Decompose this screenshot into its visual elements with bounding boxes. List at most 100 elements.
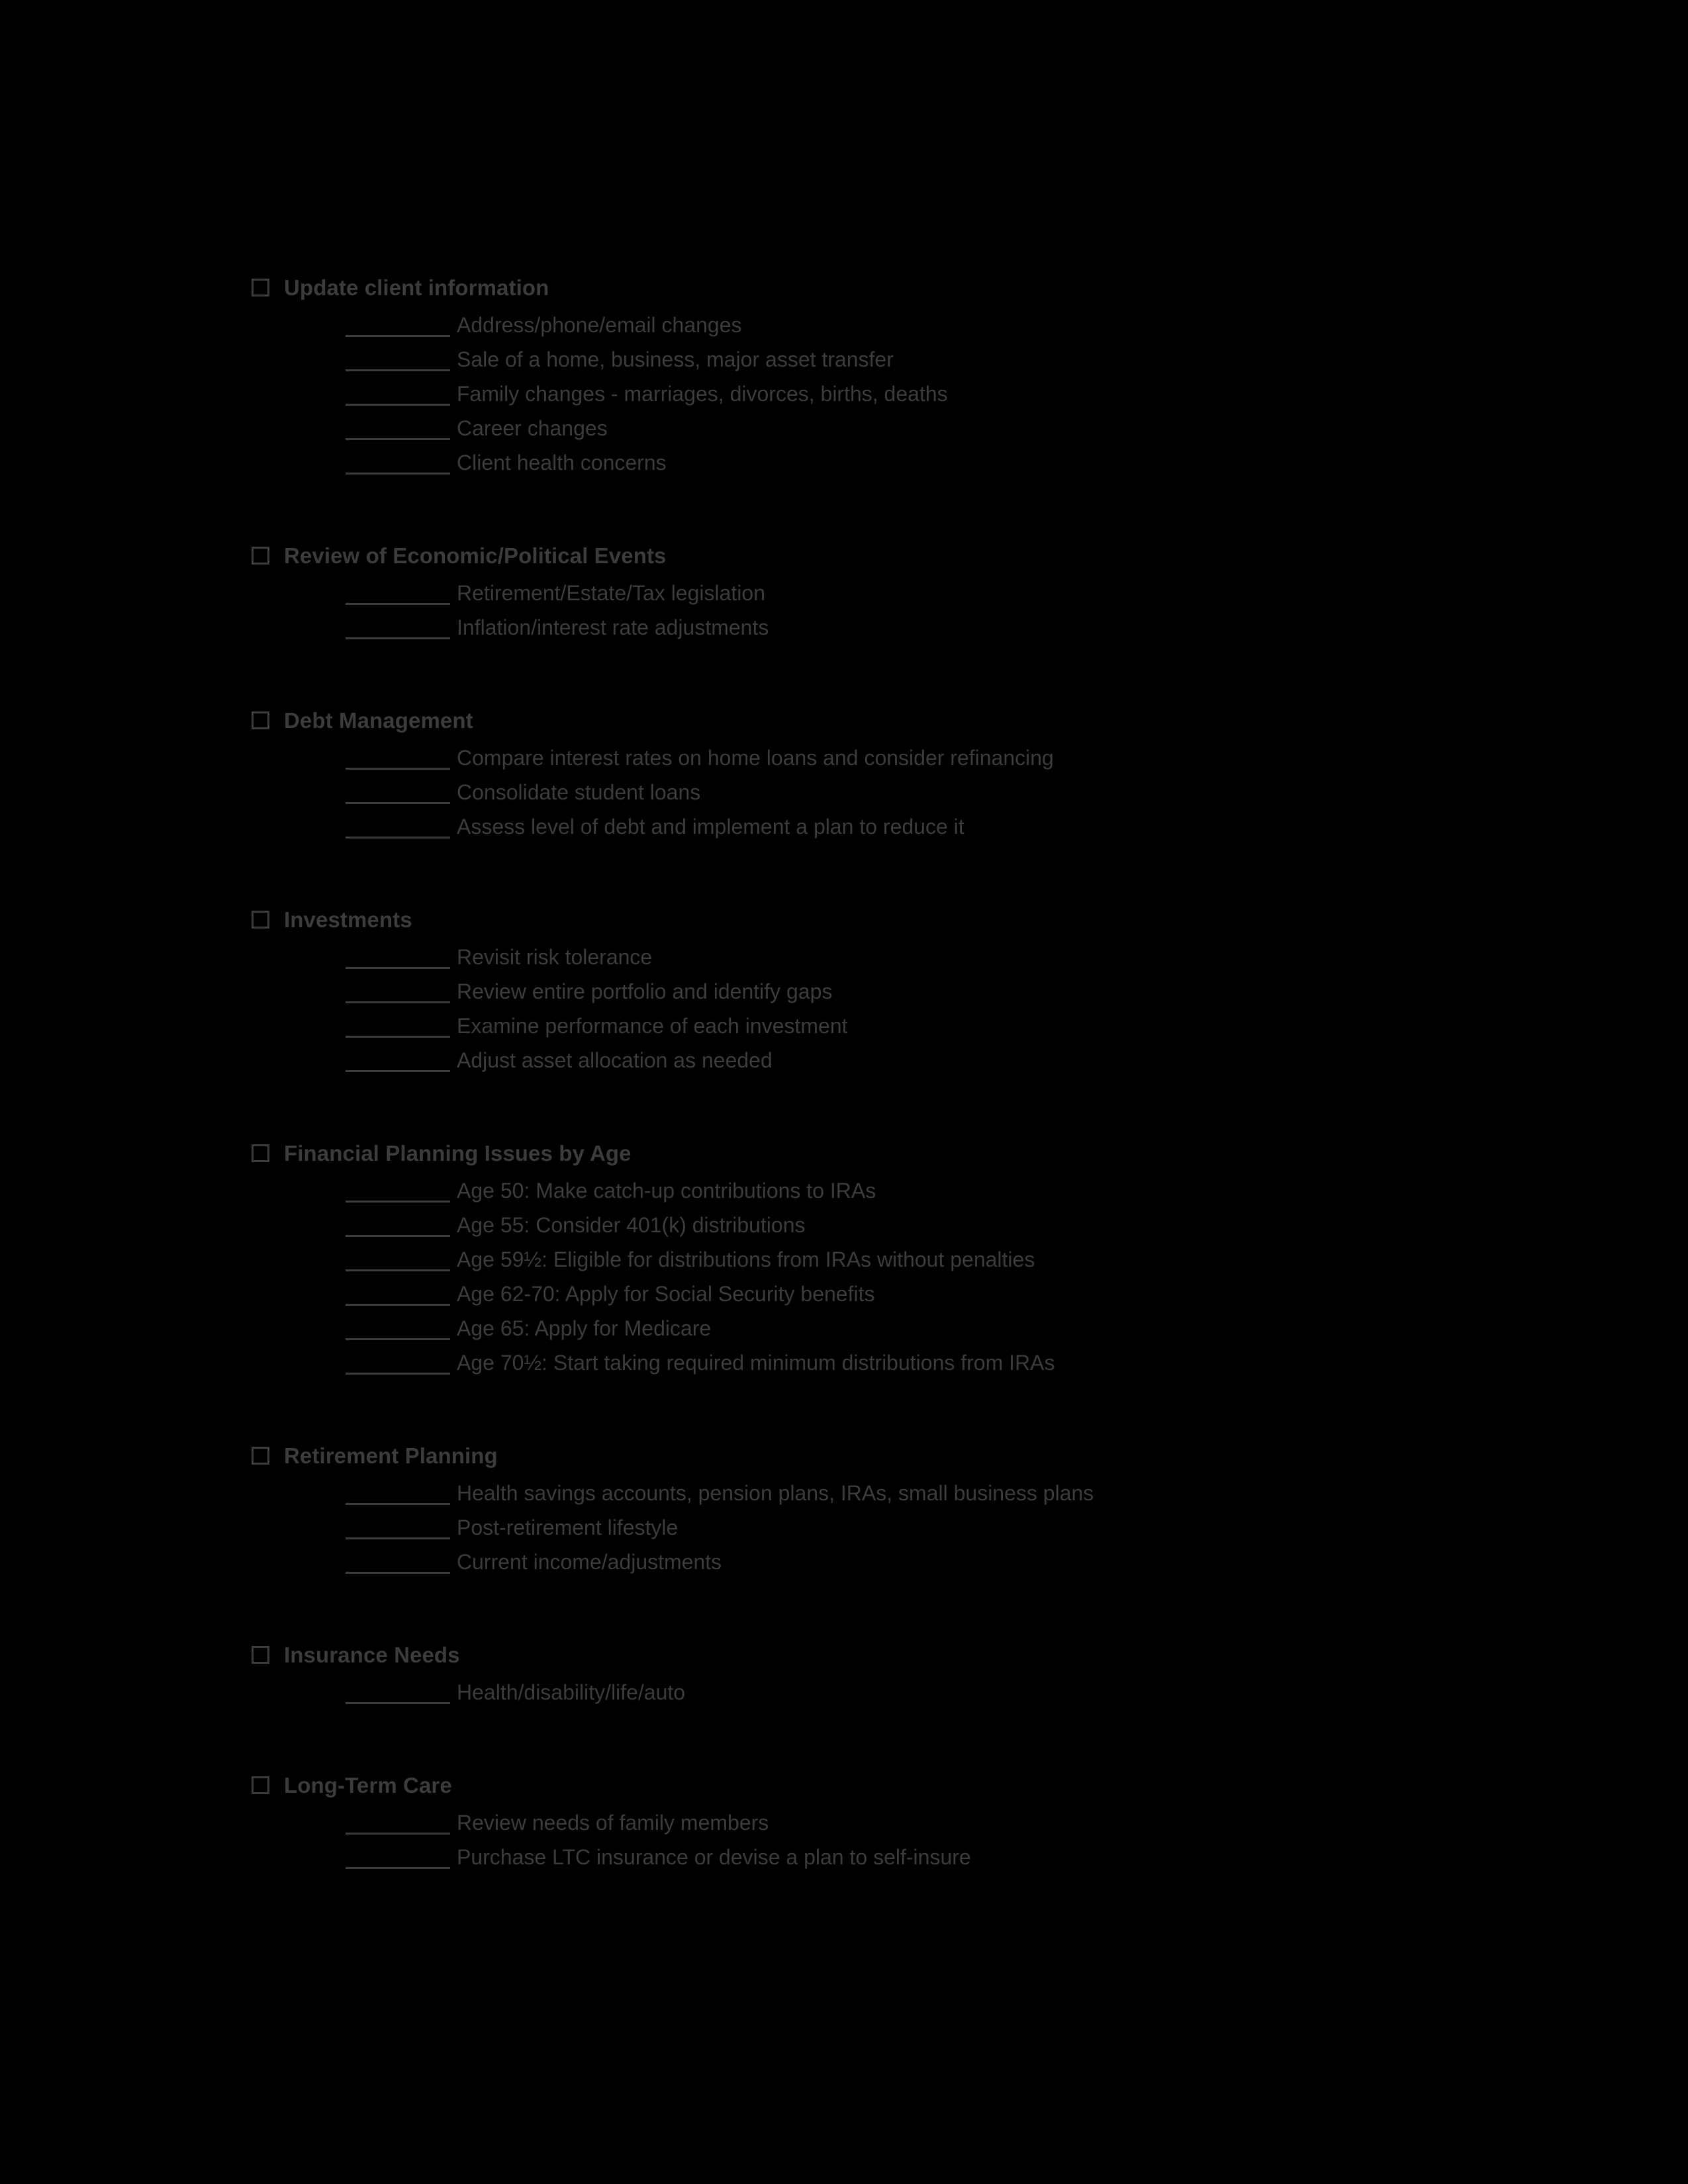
section-title: Review of Economic/Political Events: [284, 543, 667, 568]
blank-write-in-line[interactable]: [346, 967, 450, 969]
checklist-item-label: Age 55: Consider 401(k) distributions: [457, 1213, 806, 1237]
section-title: Insurance Needs: [284, 1643, 460, 1667]
checkbox-icon[interactable]: [252, 711, 269, 729]
blank-write-in-line[interactable]: [346, 1235, 450, 1237]
section-header: Investments: [252, 909, 1575, 931]
section-header: Update client information: [252, 277, 1575, 298]
section-item-list: Age 50: Make catch-up contributions to I…: [252, 1173, 1575, 1380]
section-header: Insurance Needs: [252, 1644, 1575, 1666]
checkbox-icon[interactable]: [252, 1646, 269, 1664]
checklist-item: Assess level of debt and implement a pla…: [252, 809, 1575, 844]
checklist-item: Age 62-70: Apply for Social Security ben…: [252, 1277, 1575, 1311]
blank-write-in-line[interactable]: [346, 335, 450, 337]
checklist-item-label: Adjust asset allocation as needed: [457, 1048, 773, 1072]
blank-write-in-line[interactable]: [346, 1537, 450, 1539]
checklist-item-label: Revisit risk tolerance: [457, 945, 653, 969]
section-header: Long-Term Care: [252, 1774, 1575, 1796]
checkbox-icon[interactable]: [252, 1144, 269, 1162]
checklist-section: Investments Revisit risk tolerance Review …: [252, 909, 1575, 1077]
blank-write-in-line[interactable]: [346, 1269, 450, 1271]
checklist-item-label: Purchase LTC insurance or devise a plan …: [457, 1845, 971, 1869]
section-item-list: Review needs of family members Purchase L…: [252, 1805, 1575, 1874]
blank-write-in-line[interactable]: [346, 768, 450, 770]
blank-write-in-line[interactable]: [346, 1001, 450, 1003]
checklist-item: Age 55: Consider 401(k) distributions: [252, 1208, 1575, 1242]
checklist-item-label: Assess level of debt and implement a pla…: [457, 815, 964, 839]
checklist-item: Adjust asset allocation as needed: [252, 1043, 1575, 1077]
checklist-item: Health/disability/life/auto: [252, 1675, 1575, 1709]
checklist-section: Review of Economic/Political Events Retir…: [252, 545, 1575, 645]
checklist-item: Current income/adjustments: [252, 1545, 1575, 1579]
checklist-item-label: Age 70½: Start taking required minimum d…: [457, 1351, 1055, 1375]
blank-write-in-line[interactable]: [346, 1833, 450, 1835]
checklist-item-label: Age 59½: Eligible for distributions from…: [457, 1248, 1035, 1271]
checklist-item: Examine performance of each investment: [252, 1009, 1575, 1043]
checklist-item: Age 65: Apply for Medicare: [252, 1311, 1575, 1345]
checkbox-icon[interactable]: [252, 1776, 269, 1794]
section-title: Investments: [284, 907, 412, 932]
checklist-item-label: Career changes: [457, 416, 608, 440]
checklist-item-label: Age 50: Make catch-up contributions to I…: [457, 1179, 876, 1203]
section-title: Debt Management: [284, 708, 473, 733]
blank-write-in-line[interactable]: [346, 1201, 450, 1203]
checkbox-icon[interactable]: [252, 911, 269, 929]
section-header: Debt Management: [252, 709, 1575, 731]
checklist-item-label: Health/disability/life/auto: [457, 1680, 686, 1704]
blank-write-in-line[interactable]: [346, 637, 450, 639]
blank-write-in-line[interactable]: [346, 1867, 450, 1869]
blank-write-in-line[interactable]: [346, 404, 450, 406]
checklist-body: Update client information Address/phone/e…: [252, 277, 1575, 1874]
blank-write-in-line[interactable]: [346, 1572, 450, 1574]
section-title: Financial Planning Issues by Age: [284, 1141, 632, 1165]
blank-write-in-line[interactable]: [346, 603, 450, 605]
blank-write-in-line[interactable]: [346, 1503, 450, 1505]
checklist-item: Post-retirement lifestyle: [252, 1510, 1575, 1545]
blank-write-in-line[interactable]: [346, 802, 450, 804]
checklist-section: Insurance Needs Health/disability/life/au…: [252, 1644, 1575, 1709]
blank-write-in-line[interactable]: [346, 837, 450, 839]
checklist-item: Age 50: Make catch-up contributions to I…: [252, 1173, 1575, 1208]
section-item-list: Retirement/Estate/Tax legislation Inflati…: [252, 576, 1575, 645]
checklist-item: Age 70½: Start taking required minimum d…: [252, 1345, 1575, 1380]
section-item-list: Health/disability/life/auto: [252, 1675, 1575, 1709]
section-title: Long-Term Care: [284, 1773, 452, 1797]
blank-write-in-line[interactable]: [346, 1036, 450, 1038]
checklist-item-label: Compare interest rates on home loans and…: [457, 746, 1054, 770]
section-title: Update client information: [284, 275, 549, 300]
checklist-item-label: Current income/adjustments: [457, 1550, 722, 1574]
checklist-item-label: Age 65: Apply for Medicare: [457, 1316, 712, 1340]
checklist-item: Review needs of family members: [252, 1805, 1575, 1840]
blank-write-in-line[interactable]: [346, 473, 450, 475]
blank-write-in-line[interactable]: [346, 1373, 450, 1375]
blank-write-in-line[interactable]: [346, 1304, 450, 1306]
section-item-list: Health savings accounts, pension plans, …: [252, 1476, 1575, 1579]
checklist-item-label: Client health concerns: [457, 451, 667, 475]
section-title: Retirement Planning: [284, 1443, 498, 1468]
blank-write-in-line[interactable]: [346, 1070, 450, 1072]
section-header: Review of Economic/Political Events: [252, 545, 1575, 567]
checklist-item: Career changes: [252, 411, 1575, 445]
checkbox-icon[interactable]: [252, 279, 269, 296]
checklist-item-label: Consolidate student loans: [457, 780, 701, 804]
checklist-section: Retirement Planning Health savings accoun…: [252, 1445, 1575, 1579]
blank-write-in-line[interactable]: [346, 1338, 450, 1340]
section-header: Financial Planning Issues by Age: [252, 1142, 1575, 1164]
section-item-list: Address/phone/email changes Sale of a hom…: [252, 308, 1575, 480]
checklist-item: Consolidate student loans: [252, 775, 1575, 809]
checkbox-icon[interactable]: [252, 1447, 269, 1465]
checklist-item: Purchase LTC insurance or devise a plan …: [252, 1840, 1575, 1874]
checklist-item: Review entire portfolio and identify gap…: [252, 974, 1575, 1009]
checkbox-icon[interactable]: [252, 547, 269, 565]
blank-write-in-line[interactable]: [346, 438, 450, 440]
blank-write-in-line[interactable]: [346, 1702, 450, 1704]
checklist-item-label: Sale of a home, business, major asset tr…: [457, 347, 894, 371]
checklist-item-label: Age 62-70: Apply for Social Security ben…: [457, 1282, 875, 1306]
checklist-item-label: Examine performance of each investment: [457, 1014, 848, 1038]
blank-write-in-line[interactable]: [346, 369, 450, 371]
checklist-item-label: Review needs of family members: [457, 1811, 769, 1835]
checklist-item-label: Retirement/Estate/Tax legislation: [457, 581, 765, 605]
section-header: Retirement Planning: [252, 1445, 1575, 1467]
section-item-list: Compare interest rates on home loans and…: [252, 741, 1575, 844]
document-page: Update client information Address/phone/e…: [0, 0, 1688, 2184]
checklist-item-label: Inflation/interest rate adjustments: [457, 615, 769, 639]
